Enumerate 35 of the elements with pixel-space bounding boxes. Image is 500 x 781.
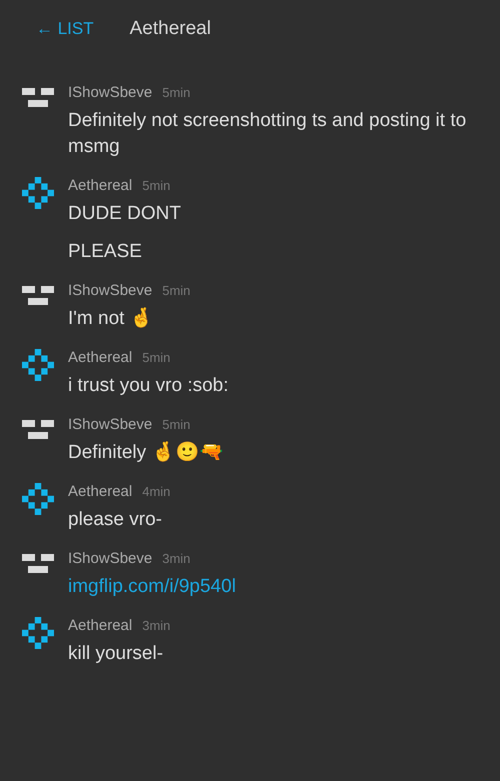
author-name: IShowSbeve bbox=[68, 84, 152, 101]
message-time: 5min bbox=[142, 350, 170, 365]
message-time: 4min bbox=[142, 484, 170, 499]
author-name: Aethereal bbox=[68, 617, 132, 634]
message-text: please vro- bbox=[68, 508, 163, 532]
message-text: I'm not 🤞 bbox=[68, 306, 155, 331]
avatar-icon bbox=[22, 88, 54, 110]
message-text: Definitely not screenshotting ts and posting it to msmg bbox=[68, 109, 468, 159]
author-name: IShowSbeve bbox=[68, 550, 152, 567]
avatar-icon bbox=[22, 286, 54, 308]
message-link[interactable]: imgflip.com/i/9p540l bbox=[68, 574, 236, 600]
author-name: Aethereal bbox=[68, 483, 132, 500]
author-name: IShowSbeve bbox=[68, 416, 152, 433]
message-time: 3min bbox=[142, 618, 170, 633]
avatar-icon bbox=[22, 420, 54, 442]
message-text: i trust you vro :sob: bbox=[68, 374, 230, 398]
avatar-icon bbox=[22, 177, 54, 209]
message-text: PLEASE bbox=[68, 240, 143, 264]
avatar-icon bbox=[22, 349, 54, 381]
message-time: 5min bbox=[162, 283, 190, 298]
message-text: Definitely 🤞🙂🔫 bbox=[68, 440, 224, 465]
message-time: 3min bbox=[162, 551, 190, 566]
back-link[interactable]: ← LIST bbox=[36, 19, 94, 39]
chat-title: Aethereal bbox=[130, 18, 211, 40]
message-time: 5min bbox=[162, 85, 190, 100]
message-text: kill yoursel- bbox=[68, 642, 164, 666]
avatar-icon bbox=[22, 554, 54, 576]
message-text: DUDE DONT bbox=[68, 202, 182, 226]
message-time: 5min bbox=[162, 417, 190, 432]
avatar-icon bbox=[22, 617, 54, 649]
message-time: 5min bbox=[142, 178, 170, 193]
author-name: Aethereal bbox=[68, 177, 132, 194]
author-name: IShowSbeve bbox=[68, 282, 152, 299]
avatar-icon bbox=[22, 483, 54, 515]
author-name: Aethereal bbox=[68, 349, 132, 366]
